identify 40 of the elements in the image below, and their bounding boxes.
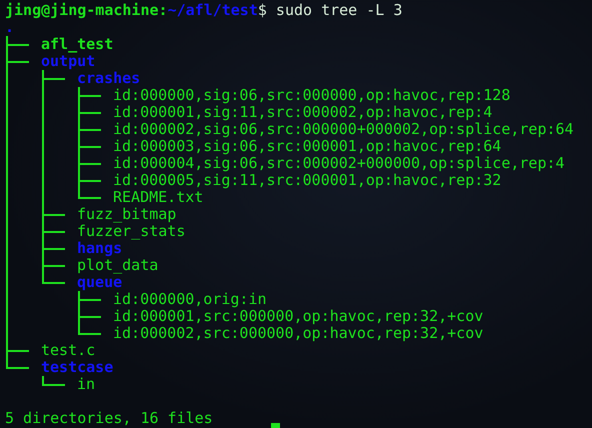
executable-name: afl_test	[41, 36, 114, 53]
tree-branch-line	[5, 53, 30, 70]
tree-branch-line	[77, 121, 102, 138]
directory-name: hangs	[77, 240, 122, 257]
tree-branch-line	[41, 223, 66, 240]
file-name: plot_data	[77, 257, 158, 274]
file-name: fuzzer_stats	[77, 223, 186, 240]
file-name: id:000002,src:000000,op:havoc,rep:32,+cov	[113, 325, 484, 342]
text-cursor	[271, 423, 280, 428]
file-name: id:000003,sig:06,src:000001,op:havoc,rep:64	[113, 138, 502, 155]
file-name: id:000001,src:000000,op:havoc,rep:32,+cov	[113, 308, 484, 325]
directory-name: queue	[77, 274, 122, 291]
tree-branch-line	[77, 138, 102, 155]
prompt-path: ~/afl/test	[168, 2, 258, 19]
tree-branch-line	[5, 36, 30, 53]
tree-branch-line	[41, 206, 66, 223]
tree-branch-line	[77, 104, 102, 121]
file-name: in	[77, 376, 96, 393]
tree-branch-line	[41, 70, 66, 87]
file-name: id:000002,sig:06,src:000000+000002,op:splice,rep:64	[113, 121, 574, 138]
tree-branch-line	[41, 376, 66, 386]
directory-name: testcase	[41, 359, 114, 376]
summary-text: 5 directories, 16 files	[5, 410, 213, 427]
file-name: id:000000,sig:06,src:000000,op:havoc,rep:128	[113, 87, 510, 104]
directory-name: crashes	[77, 70, 140, 87]
tree-branch-line	[41, 240, 66, 257]
file-name: README.txt	[113, 189, 204, 206]
tree-branch-line	[77, 87, 102, 104]
tree-branch-line	[77, 155, 102, 172]
file-name: id:000001,sig:11,src:000002,op:havoc,rep:4	[113, 104, 492, 121]
directory-name: .	[5, 19, 14, 36]
prompt-user-host: jing@jing-machine:	[5, 2, 168, 19]
file-name: id:000000,orig:in	[113, 291, 267, 308]
file-name: test.c	[41, 342, 96, 359]
command-text: $ sudo tree -L 3	[258, 2, 402, 19]
directory-name: output	[41, 53, 96, 70]
file-name: id:000005,sig:11,src:000001,op:havoc,rep:32	[113, 172, 502, 189]
tree-branch-line	[77, 291, 102, 308]
file-name: fuzz_bitmap	[77, 206, 176, 223]
file-name: id:000004,sig:06,src:000002+000000,op:splice,rep:4	[113, 155, 565, 172]
